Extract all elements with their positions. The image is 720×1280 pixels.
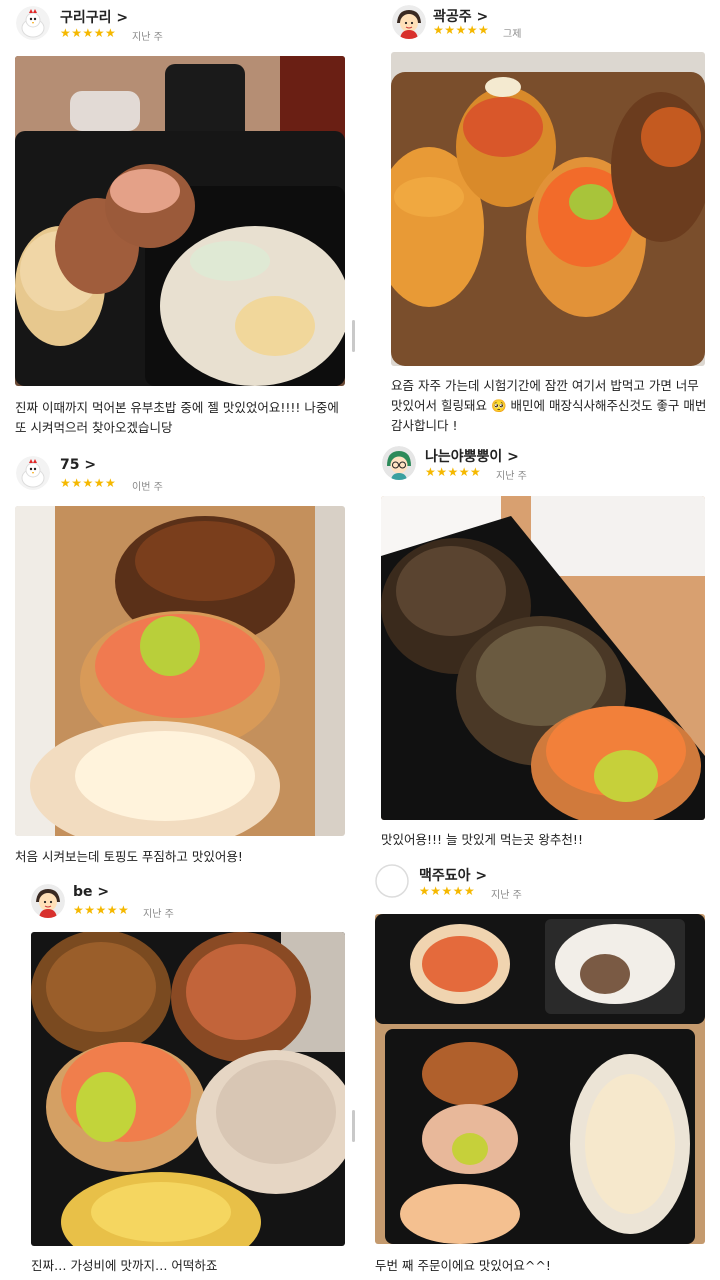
rating-stars: ★★★★★ xyxy=(60,26,117,40)
review-text: 맛있어용!!! 늘 맛있게 먹는곳 왕추천!! xyxy=(381,832,583,847)
cartoon-girl-icon xyxy=(392,5,426,39)
avatar[interactable] xyxy=(31,884,65,918)
rating-stars: ★★★★★ xyxy=(73,903,130,917)
food-photo xyxy=(15,56,345,386)
rating-stars: ★★★★★ xyxy=(425,465,482,479)
scroll-indicator[interactable] xyxy=(352,320,355,352)
scroll-indicator[interactable] xyxy=(352,1110,355,1142)
review-date: 지난 주 xyxy=(491,890,522,901)
review-text: 진짜 이때까지 먹어본 유부초밥 중에 젤 맛있었어요!!!! 나중에 또 시켜… xyxy=(15,400,339,435)
review-photo[interactable] xyxy=(15,506,345,836)
reviewer-name[interactable]: 75 > xyxy=(60,457,96,473)
review-photo[interactable] xyxy=(31,932,345,1246)
reviewer-name[interactable]: be > xyxy=(73,884,109,900)
reviewer-name[interactable]: 맥주됴아 > xyxy=(419,865,487,885)
rating-stars: ★★★★★ xyxy=(433,23,490,37)
review-date: 이번 주 xyxy=(132,482,163,493)
avatar[interactable] xyxy=(392,5,426,39)
food-photo xyxy=(15,506,345,836)
avatar[interactable] xyxy=(382,446,416,480)
review-text: 진짜… 가성비에 맛까지… 어떡하죠 xyxy=(31,1258,218,1273)
chicken-mascot-icon xyxy=(16,6,50,40)
rating-stars: ★★★★★ xyxy=(419,884,476,898)
rating-stars: ★★★★★ xyxy=(60,476,117,490)
cartoon-green-hair-icon xyxy=(382,446,416,480)
avatar[interactable] xyxy=(16,6,50,40)
food-photo xyxy=(31,932,345,1246)
review-text: 처음 시켜보는데 토핑도 푸짐하고 맛있어용! xyxy=(15,849,243,864)
food-photo xyxy=(391,52,705,366)
review-text: 요즘 자주 가는데 시험기간에 잠깐 여기서 밥먹고 가면 너무 맛있어서 힐링… xyxy=(391,378,707,433)
cartoon-girl-icon xyxy=(31,884,65,918)
avatar[interactable] xyxy=(16,456,50,490)
review-photo[interactable] xyxy=(391,52,705,366)
chicken-mascot-icon xyxy=(16,456,50,490)
review-date: 지난 주 xyxy=(132,32,163,43)
review-photo[interactable] xyxy=(375,914,705,1244)
reviewer-name[interactable]: 구리구리 > xyxy=(60,7,128,27)
review-text: 두번 째 주문이에요 맛있어요^^! xyxy=(375,1258,551,1273)
review-date: 지난 주 xyxy=(143,909,174,920)
empty-avatar-icon xyxy=(375,864,409,898)
reviewer-name[interactable]: 나는야뿡뿡이 > xyxy=(425,446,519,466)
food-photo xyxy=(375,914,705,1244)
review-photo[interactable] xyxy=(15,56,345,386)
review-photo[interactable] xyxy=(381,496,705,820)
avatar[interactable] xyxy=(375,864,409,898)
review-date: 그제 xyxy=(503,29,522,40)
review-date: 지난 주 xyxy=(496,471,527,482)
food-photo xyxy=(381,496,705,820)
